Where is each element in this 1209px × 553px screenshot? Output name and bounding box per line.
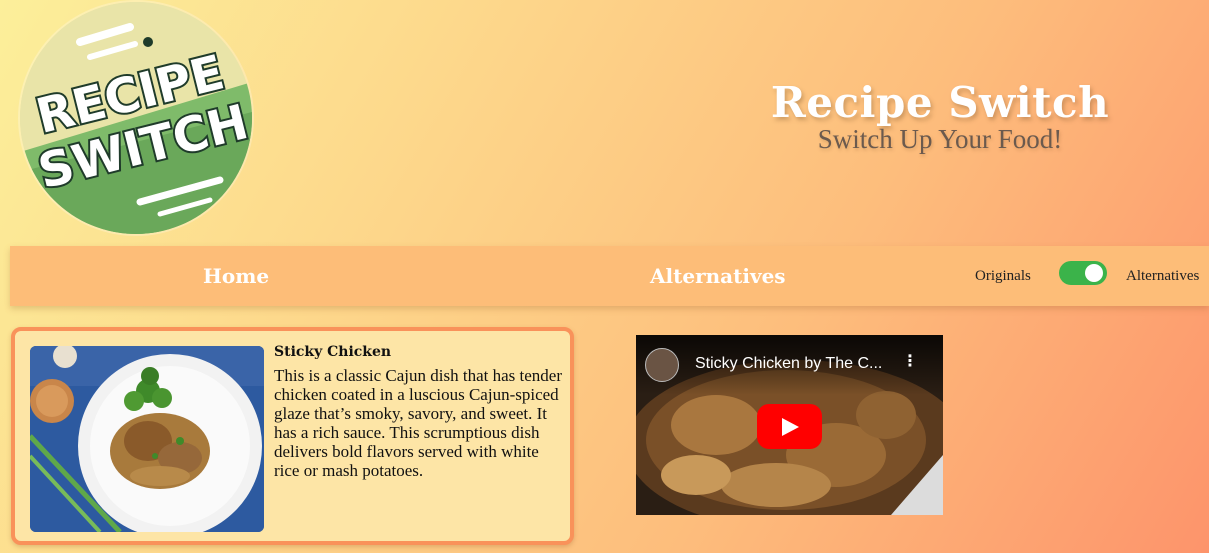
site-header: Recipe Switch Switch Up Your Food! xyxy=(700,76,1180,155)
site-title: Recipe Switch xyxy=(770,78,1110,127)
recipe-description: This is a classic Cajun dish that has te… xyxy=(274,366,562,480)
toggle-label-alternatives: Alternatives xyxy=(1126,268,1200,284)
logo-graphic: RECIPE SWITCH xyxy=(20,2,252,234)
play-triangle xyxy=(782,418,799,436)
recipe-text: Sticky Chicken This is a classic Cajun d… xyxy=(274,344,566,480)
video-title[interactable]: Sticky Chicken by The C... xyxy=(695,355,895,373)
recipe-title: Sticky Chicken xyxy=(274,344,392,360)
navbar: Home Alternatives Originals Alternatives xyxy=(10,246,1209,306)
recipe-image xyxy=(30,346,264,532)
more-vert-icon[interactable]: ⋮ xyxy=(902,353,918,369)
recipe-card[interactable]: Sticky Chicken This is a classic Cajun d… xyxy=(11,327,574,545)
nav-home-link[interactable]: Home xyxy=(203,246,269,306)
youtube-play-icon[interactable] xyxy=(757,404,822,449)
video-embed[interactable]: Sticky Chicken by The C... ⋮ xyxy=(636,335,943,515)
toggle-knob xyxy=(1085,264,1103,282)
toggle-label-originals: Originals xyxy=(975,268,1031,284)
nav-alternatives-link[interactable]: Alternatives xyxy=(650,246,786,306)
originals-alternatives-toggle[interactable] xyxy=(1059,261,1107,285)
channel-avatar[interactable] xyxy=(645,348,679,382)
site-logo[interactable]: RECIPE SWITCH xyxy=(20,2,252,234)
